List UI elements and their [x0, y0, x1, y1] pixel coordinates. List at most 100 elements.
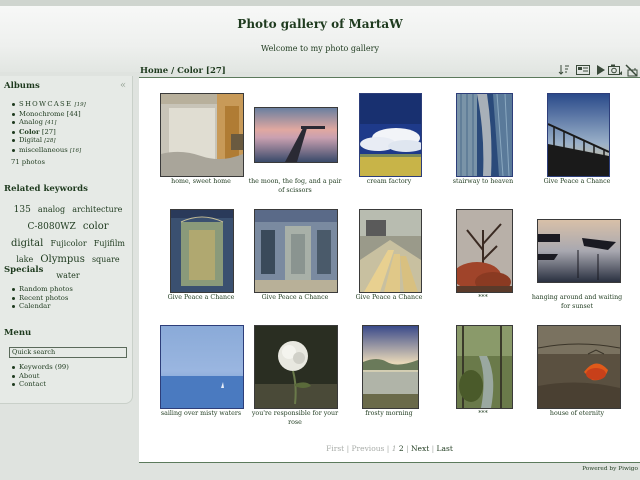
thumbnail-caption[interactable]: stairway to heaven — [435, 178, 531, 187]
menu-link[interactable]: About — [19, 372, 39, 380]
keyword-tag[interactable]: Fujifilm — [94, 239, 125, 248]
album-item-miscellaneous[interactable]: miscellaneous [16] — [12, 146, 86, 156]
menu-item-about[interactable]: About — [12, 372, 69, 381]
thumbnail-caption[interactable]: Give Peace a Chance — [529, 178, 625, 187]
keyword-tag[interactable]: Fujicolor — [50, 239, 86, 248]
footer-powered-by[interactable]: Powered by Piwigo — [582, 466, 638, 472]
photo-thumbnail[interactable] — [254, 107, 338, 163]
album-count: [44] — [66, 109, 81, 118]
photo-thumbnail[interactable] — [160, 93, 244, 177]
photo-thumbnail[interactable] — [547, 93, 610, 177]
keyword-tag[interactable]: square — [92, 255, 120, 264]
keyword-tag[interactable]: lake — [16, 255, 33, 264]
specials-link[interactable]: Random photos — [19, 285, 73, 293]
breadcrumb-count: [27] — [205, 66, 226, 76]
photo-thumbnail[interactable] — [254, 325, 338, 409]
specials-title: Specials — [4, 265, 44, 275]
photo-thumbnail[interactable] — [362, 325, 419, 409]
thumbnail-caption[interactable]: the moon, the fog, and a pair of scissor… — [247, 178, 343, 195]
photo-wall-window — [161, 94, 243, 176]
specials-item-calendar[interactable]: Calendar — [12, 302, 73, 311]
album-label[interactable]: miscellaneous — [19, 146, 68, 154]
pagination-last[interactable]: Last — [437, 444, 453, 453]
menu-item-keywords[interactable]: Keywords (99) — [12, 363, 69, 372]
album-item-analog[interactable]: Analog [41] — [12, 118, 86, 128]
album-count: [41] — [45, 120, 57, 127]
thumbnail-caption[interactable]: *** — [435, 294, 531, 303]
specials-item-random[interactable]: Random photos — [12, 285, 73, 294]
thumbnail-caption[interactable]: Give Peace a Chance — [247, 294, 343, 303]
specials-link[interactable]: Calendar — [19, 302, 50, 310]
menu-link[interactable]: Contact — [19, 380, 46, 388]
thumbnail-caption[interactable]: house of eternity — [529, 410, 625, 419]
thumbnail-caption[interactable]: home, sweet home — [153, 178, 249, 187]
keyword-tag[interactable]: C-8080WZ — [27, 222, 75, 232]
slideshow-view-icon[interactable] — [576, 64, 590, 76]
album-item-monochrome[interactable]: Monochrome [44] — [12, 110, 86, 119]
menu-item-contact[interactable]: Contact — [12, 380, 69, 389]
photo-autumn-tree — [457, 210, 512, 292]
photo-thumbnail[interactable] — [170, 209, 234, 293]
site-title[interactable]: Photo gallery of MartaW — [0, 17, 640, 31]
photo-thumbnail[interactable] — [537, 325, 621, 409]
menu-title: Menu — [4, 328, 32, 338]
thumbnail-caption[interactable]: frosty morning — [341, 410, 437, 419]
thumbnail-caption[interactable]: hanging around and waiting for sunset — [529, 294, 625, 311]
pagination-page-current: 1 — [391, 444, 397, 453]
keyword-tag[interactable]: analog — [38, 205, 65, 214]
breadcrumb: Home / Color [27] — [140, 66, 226, 76]
keyword-tag[interactable]: water — [56, 271, 79, 280]
photo-thumbnail[interactable] — [456, 93, 513, 177]
album-label[interactable]: Analog — [19, 118, 43, 126]
specials-list: Random photos Recent photos Calendar — [12, 285, 73, 311]
photo-thumbnail[interactable] — [456, 325, 513, 409]
play-icon[interactable] — [596, 64, 606, 76]
quick-search-input[interactable]: Quick search — [9, 347, 127, 358]
photo-thumbnail[interactable] — [254, 209, 338, 293]
calendar-icon[interactable] — [625, 64, 638, 77]
collapse-sidebar-icon[interactable]: « — [120, 80, 126, 91]
thumbnail-caption[interactable]: you're responsible for your rose — [247, 410, 343, 427]
pagination-separator: | — [386, 444, 390, 453]
photo-thumbnail[interactable] — [160, 325, 244, 409]
photo-white-rose — [255, 326, 337, 408]
sidebar: « Albums SHOWCASE [19] Monochrome [44] A… — [0, 76, 133, 404]
keyword-tag[interactable]: digital — [11, 238, 43, 249]
keyword-tag[interactable]: Olympus — [40, 254, 85, 265]
album-label[interactable]: SHOWCASE — [19, 100, 72, 108]
album-label[interactable]: Monochrome — [19, 110, 65, 118]
thumbnail-caption[interactable]: *** — [435, 410, 531, 419]
album-item-showcase[interactable]: SHOWCASE [19] — [12, 100, 86, 110]
photo-thumbnail[interactable] — [359, 209, 422, 293]
photo-thumbnail[interactable] — [359, 93, 422, 177]
menu-list: Keywords (99) About Contact — [12, 363, 69, 389]
menu-link[interactable]: Keywords (99) — [19, 363, 69, 371]
keyword-tag[interactable]: 135 — [14, 205, 31, 215]
album-total: 71 photos — [11, 158, 45, 166]
thumbnail-caption[interactable]: Give Peace a Chance — [153, 294, 249, 303]
photo-thumbnail[interactable] — [537, 219, 621, 283]
thumbnail-caption[interactable]: sailing over misty waters — [153, 410, 249, 419]
pagination-next[interactable]: Next — [411, 444, 429, 453]
thumbnail-caption[interactable]: cream factory — [341, 178, 437, 187]
thumbnail-caption[interactable]: Give Peace a Chance — [341, 294, 437, 303]
keyword-tag[interactable]: architecture — [72, 205, 122, 214]
specials-link[interactable]: Recent photos — [19, 294, 68, 302]
album-item-color[interactable]: Color [27] — [12, 128, 86, 137]
pagination-separator: | — [406, 444, 409, 453]
camera-icon[interactable] — [608, 64, 623, 76]
photo-clouds-field — [360, 94, 421, 176]
keyword-tag[interactable]: color — [83, 221, 109, 232]
sort-icon[interactable] — [558, 64, 570, 76]
album-label[interactable]: Color — [19, 128, 40, 136]
photo-railing-bridge — [548, 94, 609, 176]
pagination-page[interactable]: 2 — [399, 444, 404, 453]
breadcrumb-home[interactable]: Home — [140, 66, 168, 76]
breadcrumb-category[interactable]: Color — [177, 66, 203, 76]
specials-item-recent[interactable]: Recent photos — [12, 294, 73, 303]
photo-frosty-lake — [363, 326, 418, 408]
album-item-digital[interactable]: Digital [28] — [12, 136, 86, 146]
album-label[interactable]: Digital — [19, 136, 42, 144]
album-count: [16] — [69, 147, 82, 154]
photo-thumbnail[interactable] — [456, 209, 513, 293]
